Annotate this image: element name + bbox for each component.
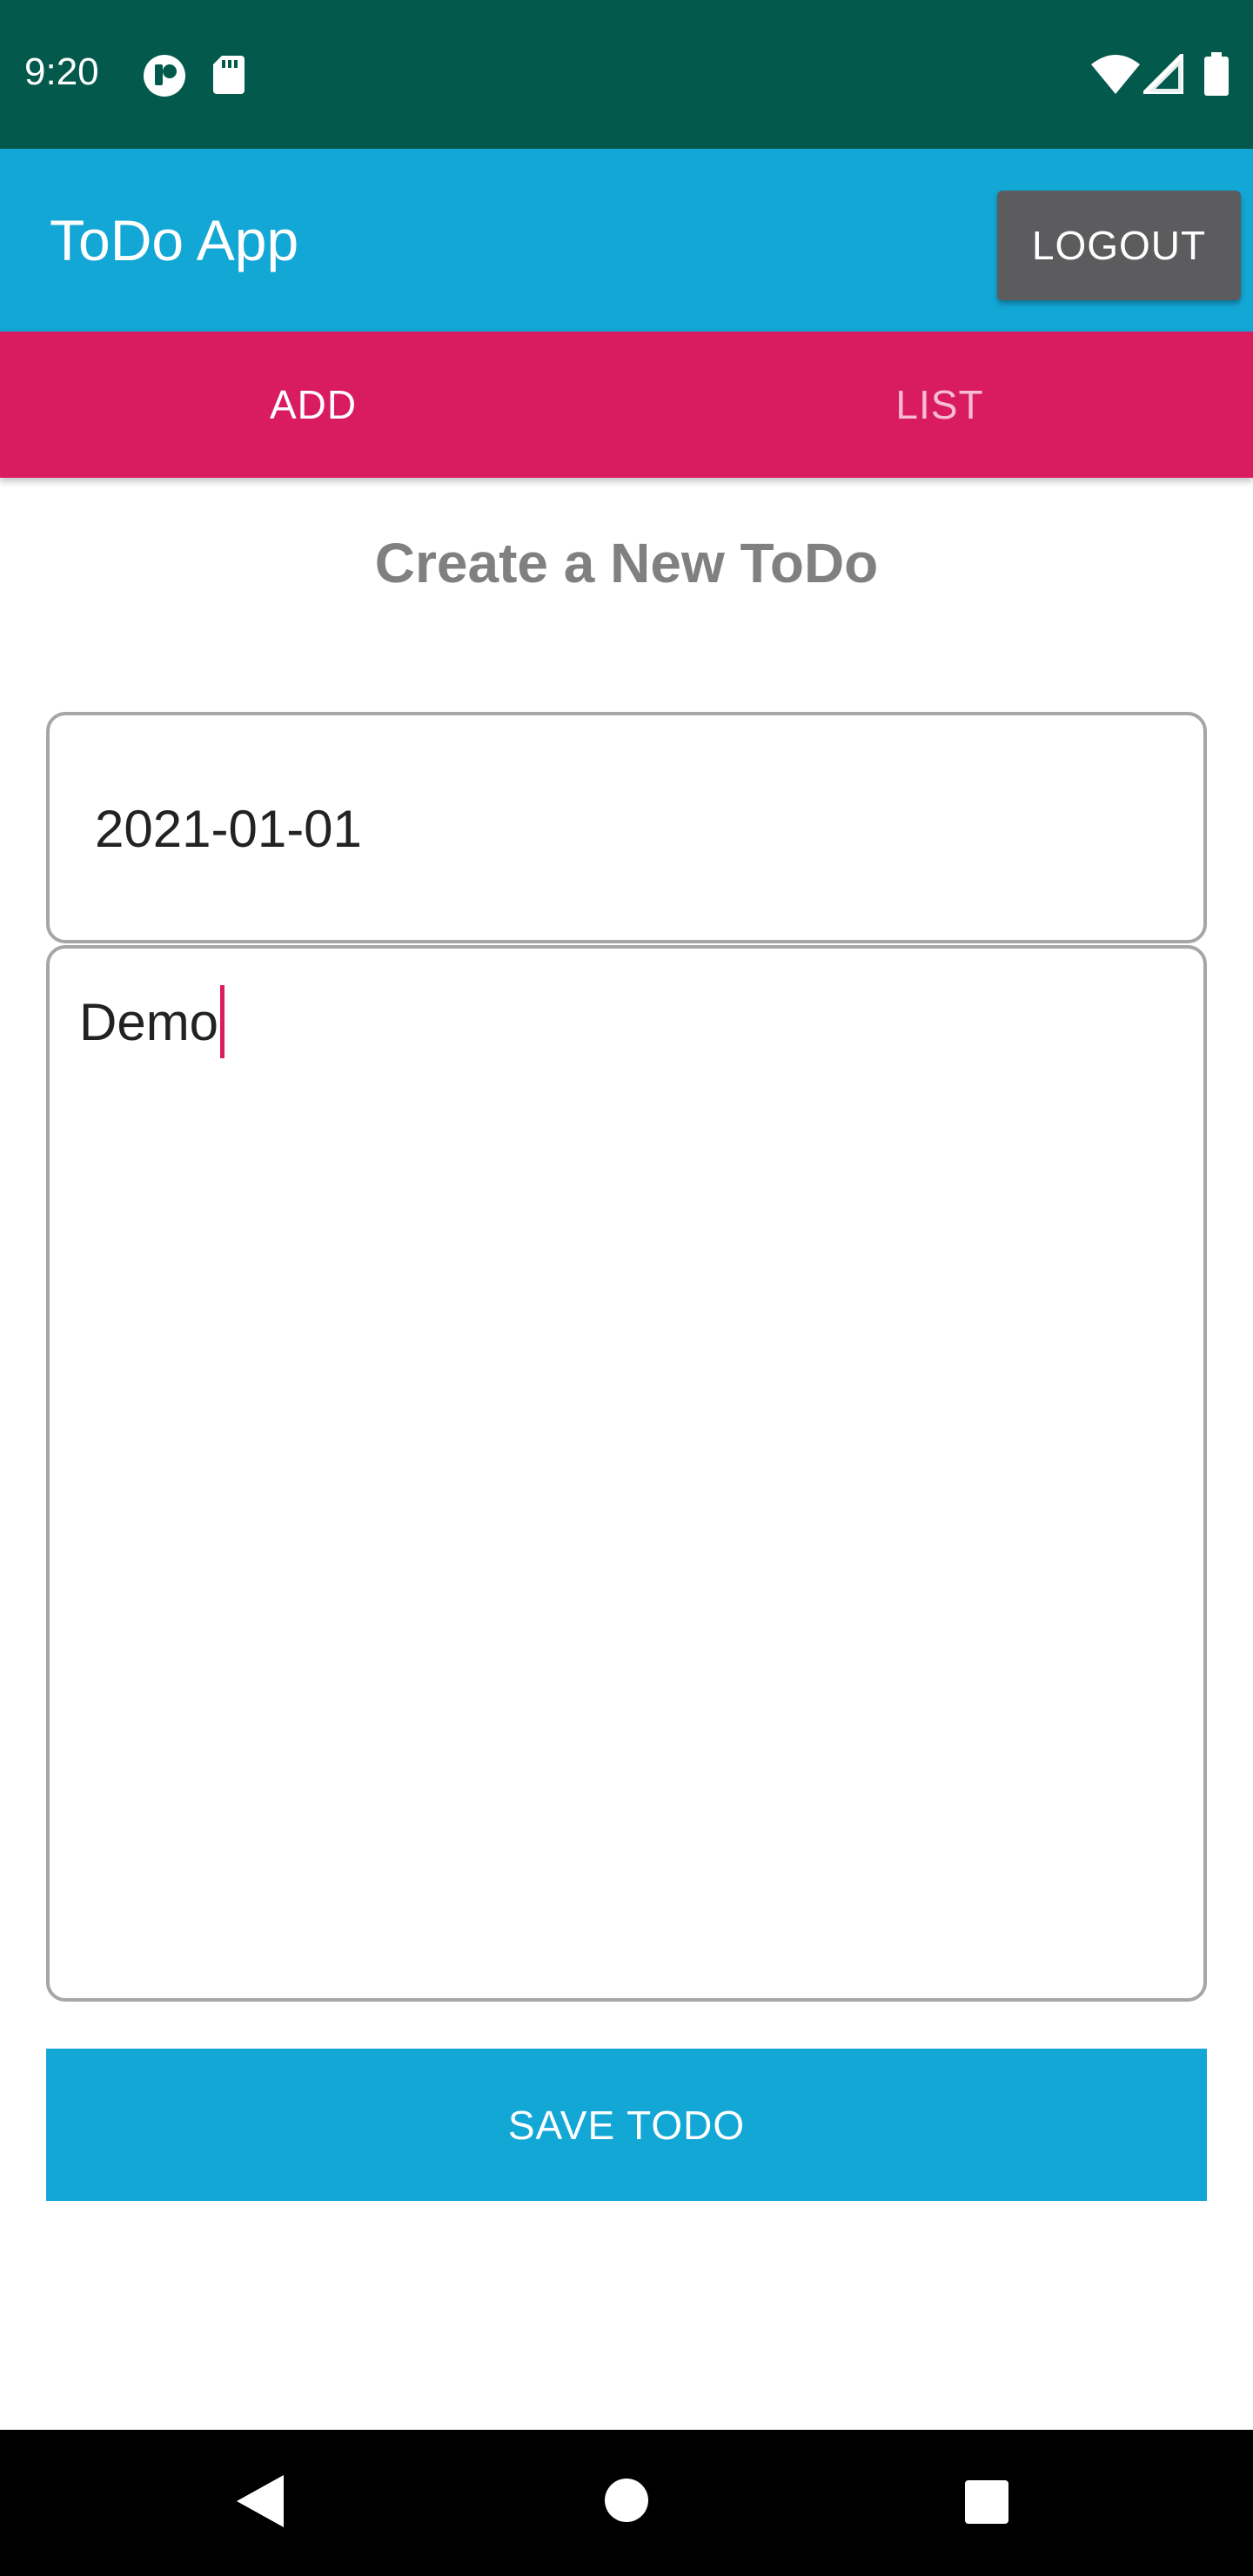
description-field-text: Demo: [79, 985, 225, 1058]
text-cursor: [220, 985, 225, 1058]
description-field[interactable]: Demo: [46, 945, 1207, 2002]
description-field-value: Demo: [79, 992, 219, 1051]
tab-list[interactable]: LIST: [626, 332, 1253, 478]
status-bar: 9:20: [0, 0, 1253, 149]
app-notification-icon: [143, 54, 186, 102]
wifi-icon: [1091, 54, 1140, 98]
back-icon[interactable]: [237, 2475, 284, 2532]
save-todo-button[interactable]: SAVE TODO: [46, 2049, 1207, 2201]
app-bar: ToDo App LOGOUT: [0, 149, 1253, 332]
cell-signal-icon: [1137, 48, 1186, 98]
status-time: 9:20: [24, 50, 99, 93]
date-field[interactable]: 2021-01-01: [46, 712, 1207, 943]
page-title: Create a New ToDo: [374, 532, 879, 594]
home-icon[interactable]: [605, 2479, 648, 2526]
battery-icon: [1204, 52, 1229, 100]
app-title: ToDo App: [50, 208, 299, 272]
date-field-value: 2021-01-01: [95, 800, 362, 858]
tab-bar: ADD LIST: [0, 332, 1253, 478]
logout-button[interactable]: LOGOUT: [997, 191, 1241, 300]
sd-card-icon: [213, 56, 245, 98]
tab-add[interactable]: ADD: [0, 332, 626, 478]
navigation-bar: [0, 2430, 1253, 2576]
recents-icon[interactable]: [965, 2480, 1008, 2528]
